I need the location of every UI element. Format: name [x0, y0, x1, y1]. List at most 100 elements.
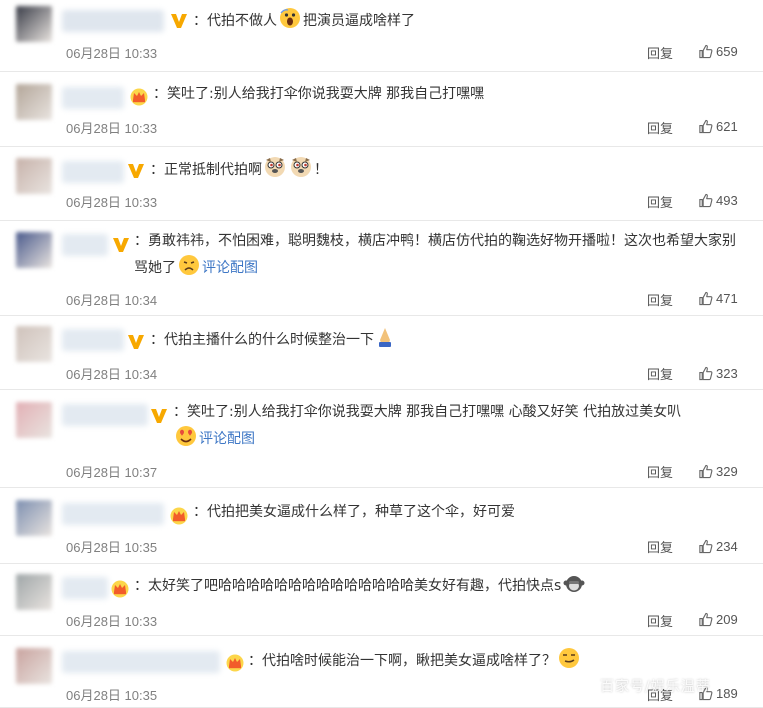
username-link[interactable]	[62, 503, 164, 525]
username-link[interactable]	[62, 234, 108, 256]
avatar[interactable]	[16, 326, 52, 362]
doge-emoji-icon	[264, 156, 286, 187]
like-button[interactable]: 234	[698, 539, 738, 554]
reply-button[interactable]: 回复	[647, 43, 673, 62]
comment-text: ：代拍不做人 把演员逼成啥样了	[193, 7, 745, 38]
comment-item: ：正常抵制代拍啊 ！ 06月28日 10:33 回复 493	[0, 147, 763, 221]
thumbs-up-icon	[698, 291, 716, 306]
username-link[interactable]	[62, 87, 124, 109]
comment-text: ：正常抵制代拍啊 ！	[150, 156, 745, 187]
sad-emoji-icon	[178, 254, 200, 285]
avatar[interactable]	[16, 6, 52, 42]
comment-text-segment: 代拍主播什么的什么时候整治一下	[164, 332, 374, 348]
comment-item: ：代拍啥时候能治一下啊，瞅把美女逼成啥样了？ 06月28日 10:35 回复 189	[0, 636, 763, 708]
like-button[interactable]: 471	[698, 291, 738, 306]
comment-timestamp: 06月28日 10:34	[66, 367, 158, 382]
comment-text-segment: ！	[314, 162, 328, 178]
avatar[interactable]	[16, 402, 52, 438]
username-link[interactable]	[62, 577, 108, 599]
comment-image-link[interactable]: 评论配图	[202, 260, 258, 276]
avatar[interactable]	[16, 84, 52, 120]
comment-text: ：勇敢祎祎，不怕困难，聪明魏枝，横店冲鸭！横店仿代拍的鞠选好物开播啦！这次也希望…	[134, 229, 745, 285]
like-button[interactable]: 329	[698, 464, 738, 479]
comment-timestamp: 06月28日 10:33	[66, 614, 158, 629]
monkey-emoji-icon	[563, 574, 585, 603]
reply-button[interactable]: 回复	[647, 462, 673, 481]
avatar[interactable]	[16, 158, 52, 194]
like-button[interactable]: 621	[698, 119, 738, 134]
reply-button[interactable]: 回复	[647, 192, 673, 211]
reply-button[interactable]: 回复	[647, 537, 673, 556]
comment-timestamp: 06月28日 10:37	[66, 465, 158, 480]
comment-item: ：笑吐了:别人给我打伞你说我耍大牌 那我自己打嘿嘿 06月28日 10:33 回复 6…	[0, 72, 763, 147]
reply-button[interactable]: 回复	[647, 364, 673, 383]
thumbs-up-icon	[698, 464, 716, 479]
comment-feed: ：代拍不做人 把演员逼成啥样了 06月28日 10:33 回复 659 ：笑吐了:别人给我…	[0, 0, 763, 708]
like-count: 659	[716, 44, 738, 59]
comment-image-link[interactable]: 评论配图	[199, 431, 255, 447]
thumbs-up-icon	[698, 612, 716, 627]
comment-timestamp: 06月28日 10:35	[66, 688, 158, 703]
comment-timestamp: 06月28日 10:34	[66, 293, 158, 308]
comment-text-segment: 代拍不做人	[207, 13, 277, 29]
comment-timestamp: 06月28日 10:33	[66, 46, 158, 61]
like-count: 621	[716, 119, 738, 134]
verified-v-icon[interactable]	[127, 333, 145, 351]
comment-text-segment: 笑吐了:别人给我打伞你说我耍大牌 那我自己打嘿嘿 心酸又好笑 代拍放过美女叭	[187, 404, 682, 420]
pray-emoji-icon	[376, 326, 394, 357]
colon-separator: ：	[193, 504, 207, 520]
crown-badge-icon[interactable]	[130, 88, 148, 106]
reply-button[interactable]: 回复	[647, 118, 673, 137]
comment-item: ：笑吐了:别人给我打伞你说我耍大牌 那我自己打嘿嘿 心酸又好笑 代拍放过美女叭评…	[0, 390, 763, 488]
username-link[interactable]	[62, 651, 220, 673]
like-button[interactable]: 659	[698, 44, 738, 59]
like-count: 493	[716, 193, 738, 208]
like-button[interactable]: 209	[698, 612, 738, 627]
comment-text-segment: 代拍啥时候能治一下啊，瞅把美女逼成啥样了？	[262, 653, 556, 669]
crown-badge-icon[interactable]	[111, 580, 129, 598]
colon-separator: ：	[193, 13, 207, 29]
thumbs-up-icon	[698, 539, 716, 554]
avatar[interactable]	[16, 648, 52, 684]
comment-text: ：代拍啥时候能治一下啊，瞅把美女逼成啥样了？	[248, 647, 745, 678]
comment-text-segment: 代拍把美女逼成什么样了，种草了这个伞，好可爱	[207, 504, 515, 520]
like-count: 329	[716, 464, 738, 479]
comment-item: ：代拍不做人 把演员逼成啥样了 06月28日 10:33 回复 659	[0, 0, 763, 72]
comment-text-segment: 太好笑了吧哈哈哈哈哈哈哈哈哈哈哈哈哈哈美女好有趣，代拍快点s	[148, 578, 562, 594]
avatar[interactable]	[16, 500, 52, 536]
comment-text-segment: 正常抵制代拍啊	[164, 162, 262, 178]
like-button[interactable]: 323	[698, 366, 738, 381]
like-count: 471	[716, 291, 738, 306]
like-count: 234	[716, 539, 738, 554]
username-link[interactable]	[62, 161, 124, 183]
avatar[interactable]	[16, 574, 52, 610]
smirk-emoji-icon	[558, 647, 580, 678]
colon-separator: ：	[134, 578, 148, 594]
username-link[interactable]	[62, 329, 124, 351]
colon-separator: ：	[150, 332, 164, 348]
comment-item: ：勇敢祎祎，不怕困难，聪明魏枝，横店冲鸭！横店仿代拍的鞠选好物开播啦！这次也希望…	[0, 221, 763, 316]
doge-emoji-icon	[290, 156, 312, 187]
reply-button[interactable]: 回复	[647, 611, 673, 630]
comment-text: ：太好笑了吧哈哈哈哈哈哈哈哈哈哈哈哈哈哈美女好有趣，代拍快点s	[134, 574, 745, 603]
colon-separator: ：	[173, 404, 187, 420]
crown-badge-icon[interactable]	[170, 507, 188, 525]
comment-timestamp: 06月28日 10:35	[66, 540, 158, 555]
like-count: 209	[716, 612, 738, 627]
avatar[interactable]	[16, 232, 52, 268]
username-link[interactable]	[62, 10, 164, 32]
reply-button[interactable]: 回复	[647, 290, 673, 309]
like-button[interactable]: 493	[698, 193, 738, 208]
scream-emoji-icon	[279, 7, 301, 38]
colon-separator: ：	[248, 653, 262, 669]
colon-separator: ：	[150, 162, 164, 178]
verified-v-icon[interactable]	[170, 12, 188, 30]
like-count: 323	[716, 366, 738, 381]
thumbs-up-icon	[698, 366, 716, 381]
crown-badge-icon[interactable]	[226, 654, 244, 672]
verified-v-icon[interactable]	[112, 236, 130, 254]
comment-text: ：笑吐了:别人给我打伞你说我耍大牌 那我自己打嘿嘿	[153, 82, 745, 107]
verified-v-icon[interactable]	[127, 162, 145, 180]
thumbs-up-icon	[698, 119, 716, 134]
comment-timestamp: 06月28日 10:33	[66, 121, 158, 136]
